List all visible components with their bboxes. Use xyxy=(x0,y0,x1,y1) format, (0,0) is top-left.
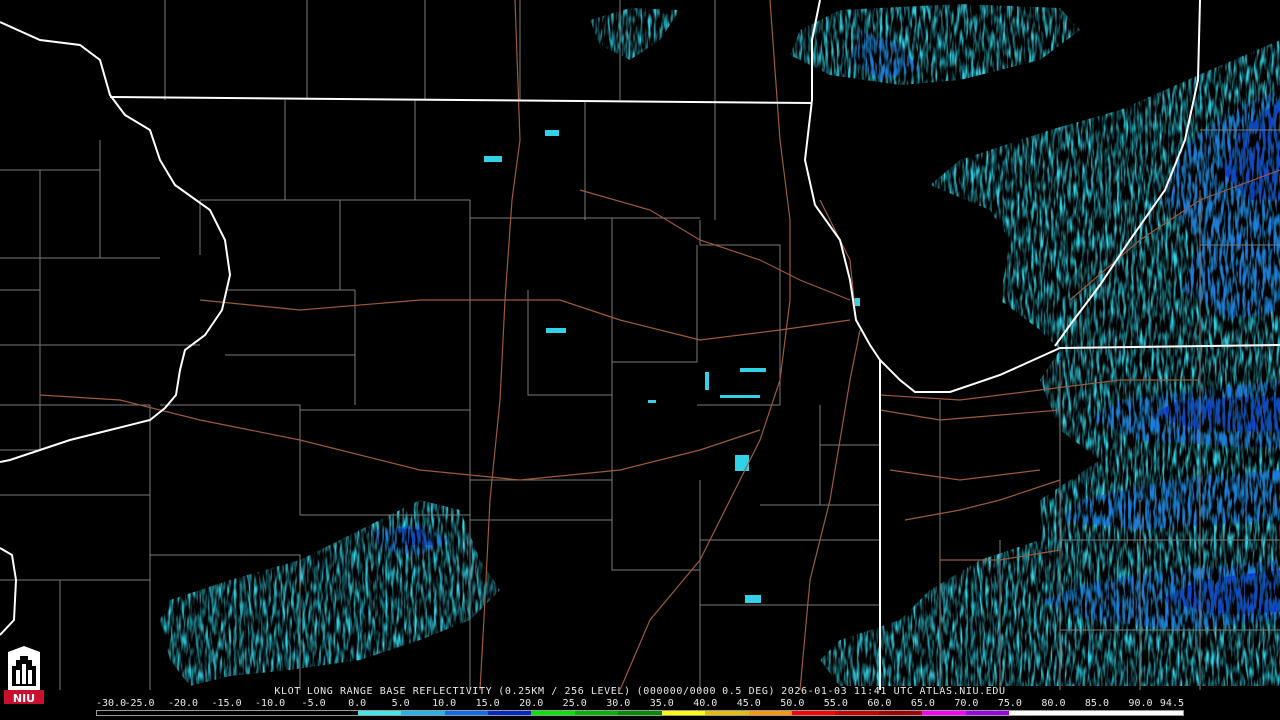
scale-label: 60.0 xyxy=(867,698,892,709)
scale-label: 94.5 xyxy=(1159,698,1184,709)
scale-label: 70.0 xyxy=(954,698,979,709)
scale-swatch xyxy=(97,711,141,715)
scale-label: -25.0 xyxy=(124,698,155,709)
scale-swatch xyxy=(357,711,402,715)
scale-swatch xyxy=(314,711,358,715)
scale-swatch xyxy=(444,711,488,715)
scale-swatch xyxy=(140,711,184,715)
scale-swatch xyxy=(183,711,228,715)
scale-swatch xyxy=(705,711,749,715)
scale-label: -5.0 xyxy=(301,698,326,709)
scale-swatch xyxy=(574,711,619,715)
scale-swatch xyxy=(748,711,792,715)
scale-swatch xyxy=(1052,711,1097,715)
scale-label: 90.0 xyxy=(1128,698,1153,709)
scale-label: 85.0 xyxy=(1084,698,1109,709)
scale-swatch xyxy=(792,711,836,715)
color-scale-labels: -30.0 -25.0 -20.0 -15.0 -10.0 -5.0 0.0 5.0 10.0 1… xyxy=(96,698,1196,709)
scale-swatch xyxy=(835,711,879,715)
scale-swatch xyxy=(1096,711,1140,715)
scale-label: 10.0 xyxy=(432,698,457,709)
scale-label: 80.0 xyxy=(1041,698,1066,709)
product-caption: KLOT LONG RANGE BASE REFLECTIVITY (0.25KM … xyxy=(0,686,1280,698)
scale-label: 75.0 xyxy=(997,698,1022,709)
scale-label: 25.0 xyxy=(562,698,587,709)
scale-label: -30.0 xyxy=(96,698,127,709)
station-id: KLOT xyxy=(274,686,301,697)
scale-swatch xyxy=(487,711,532,715)
scale-swatch xyxy=(661,711,706,715)
product-name: LONG RANGE BASE REFLECTIVITY xyxy=(306,686,493,697)
scale-swatch xyxy=(965,711,1010,715)
scale-label: 20.0 xyxy=(519,698,544,709)
scale-label: 65.0 xyxy=(910,698,935,709)
scale-label: -15.0 xyxy=(211,698,242,709)
scale-label: 30.0 xyxy=(606,698,631,709)
volume-info: (000000/0000 xyxy=(636,686,717,697)
scan-datetime: 2026-01-03 11:41 UTC xyxy=(781,686,914,697)
scale-swatch xyxy=(922,711,966,715)
scale-swatch xyxy=(878,711,923,715)
radar-map xyxy=(0,0,1280,720)
scale-label: 5.0 xyxy=(391,698,410,709)
scale-label: -20.0 xyxy=(167,698,199,709)
product-resolution: (0.25KM / 256 LEVEL) xyxy=(498,686,631,697)
niu-logo-text: NIU xyxy=(3,646,45,708)
scale-label: 40.0 xyxy=(693,698,718,709)
color-scale-bar xyxy=(96,710,1184,716)
scale-swatch xyxy=(227,711,271,715)
scale-swatch xyxy=(401,711,445,715)
scale-swatch xyxy=(1139,711,1183,715)
scale-swatch xyxy=(531,711,575,715)
scale-swatch xyxy=(270,711,315,715)
source-url: ATLAS.NIU.EDU xyxy=(919,686,1006,697)
scale-label: 45.0 xyxy=(736,698,761,709)
scale-label: 0.0 xyxy=(348,698,367,709)
scale-label: 35.0 xyxy=(649,698,674,709)
scale-label: 50.0 xyxy=(780,698,805,709)
scale-label: 15.0 xyxy=(475,698,500,709)
scale-swatch xyxy=(1009,711,1053,715)
scale-swatch xyxy=(618,711,662,715)
scale-label: -10.0 xyxy=(255,698,286,709)
scale-label: 55.0 xyxy=(823,698,848,709)
tilt-angle: 0.5 DEG) xyxy=(722,686,776,697)
